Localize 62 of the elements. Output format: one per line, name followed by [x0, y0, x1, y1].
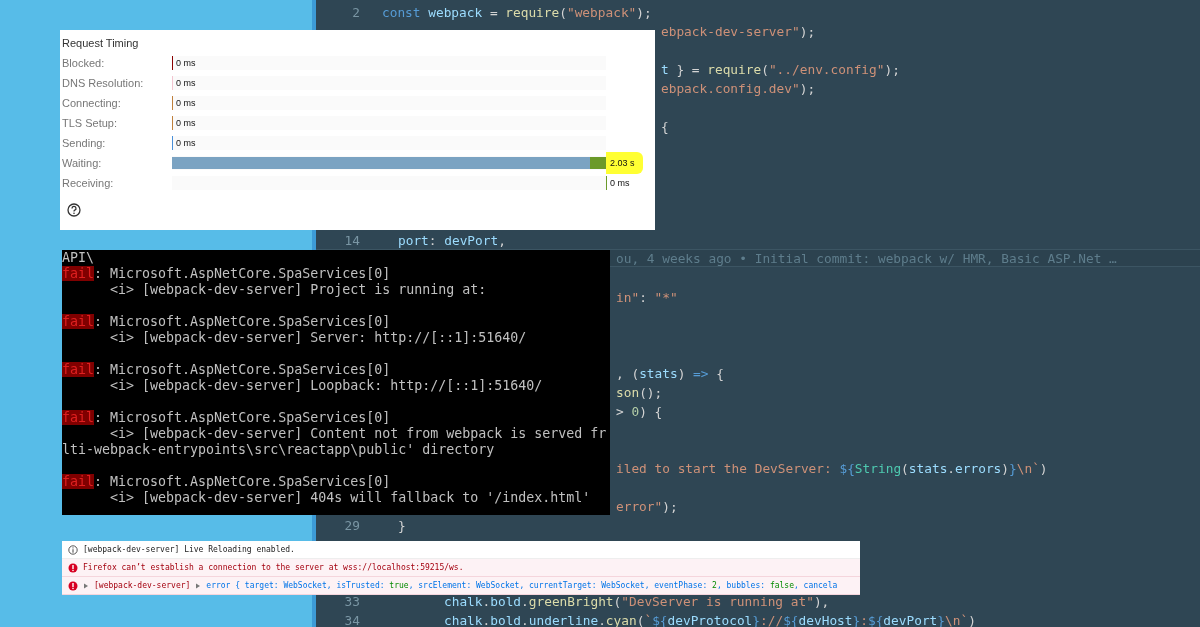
timing-label: Receiving: — [62, 177, 115, 189]
fail-tag: fail — [62, 314, 95, 329]
timing-label: Waiting: — [62, 157, 103, 169]
line-number: 2 — [351, 6, 360, 19]
code-line: const webpack = require("webpack"); — [382, 6, 652, 19]
timing-value: 0 ms — [176, 137, 196, 150]
code-line: chalk.bold.greenBright("DevServer is running at"), — [444, 595, 830, 608]
console-message: [webpack-dev-server] Live Reloading enabled. — [83, 545, 295, 554]
code-line: ebpack.config.dev"); — [661, 82, 816, 95]
timing-value: 0 ms — [176, 77, 196, 90]
terminal-line: API\ — [62, 250, 96, 266]
terminal-line: <i> [webpack-dev-server] Project is running at: — [109, 282, 488, 298]
help-icon[interactable] — [67, 203, 81, 217]
timing-value: 0 ms — [176, 97, 196, 110]
console-message: [webpack-dev-server] — [94, 581, 191, 590]
timing-label: Connecting: — [62, 97, 122, 109]
timing-value: 0 ms — [176, 57, 196, 70]
terminal-line: : Microsoft.AspNetCore.SpaServices[0] — [94, 474, 391, 489]
code-line: iled to start the DevServer: ${String(stats.errors)}\n`) — [616, 462, 1048, 475]
fail-tag: fail — [62, 266, 95, 281]
line-number: 33 — [343, 595, 360, 608]
code-line: , (stats) => { — [616, 367, 724, 380]
terminal-line: <i> [webpack-dev-server] 404s will fallback to '/index.html' — [109, 490, 592, 506]
code-line: t } = require("../env.config"); — [661, 63, 900, 76]
fail-tag: fail — [62, 410, 95, 425]
timing-value: 2.03 s — [606, 152, 643, 174]
code-line: } — [398, 519, 406, 532]
terminal-line: <i> [webpack-dev-server] Loopback: http://[::1]:51640/ — [109, 378, 544, 394]
terminal-line: : Microsoft.AspNetCore.SpaServices[0] — [94, 410, 391, 425]
timing-label: Blocked: — [62, 57, 106, 69]
timing-value: 0 ms — [176, 117, 196, 130]
terminal-line: : Microsoft.AspNetCore.SpaServices[0] — [94, 314, 391, 329]
timing-label: DNS Resolution: — [62, 77, 145, 89]
fail-tag: fail — [62, 474, 95, 489]
terminal-line: <i> [webpack-dev-server] Server: http://[::1]:51640/ — [109, 330, 528, 346]
console-object: error { target: WebSocket, isTrusted: true, srcElement: WebSocket, currentTarget: WebSocket, eventPhase: 2, bubbles: false, cancela — [206, 581, 838, 590]
line-number: 29 — [343, 519, 360, 532]
code-line: > 0) { — [616, 405, 663, 418]
console-message: Firefox can’t establish a connection to the server at wss://localhost:59215/ws. — [83, 563, 464, 572]
terminal-line: : Microsoft.AspNetCore.SpaServices[0] — [94, 362, 391, 377]
terminal-line: : Microsoft.AspNetCore.SpaServices[0] — [94, 266, 391, 281]
code-line: error"); — [616, 500, 678, 513]
terminal-line: <i> [webpack-dev-server] Content not from webpack is served fr — [109, 426, 608, 442]
panel-title: Request Timing — [62, 36, 140, 51]
code-line: { — [661, 120, 669, 133]
code-line: ebpack-dev-server"); — [661, 25, 816, 38]
terminal-line: lti-webpack-entrypoints\src\reactapp\public' directory — [62, 442, 496, 458]
timing-value: 0 ms — [610, 177, 630, 190]
code-line: in": "*" — [616, 291, 678, 304]
code-line: port: devPort, — [398, 234, 506, 247]
timing-label: TLS Setup: — [62, 117, 119, 129]
timing-label: Sending: — [62, 137, 107, 149]
expand-icon[interactable] — [83, 582, 89, 589]
expand-icon[interactable] — [195, 582, 202, 589]
info-icon — [68, 544, 78, 555]
error-icon — [68, 580, 78, 591]
fail-tag: fail — [62, 362, 95, 377]
line-number: 14 — [343, 234, 360, 247]
code-line: son(); — [616, 386, 663, 399]
line-number: 34 — [343, 614, 360, 627]
error-icon — [68, 562, 78, 573]
code-line: chalk.bold.underline.cyan(`${devProtocol}://${devHost}:${devPort}\n`) — [444, 614, 976, 627]
